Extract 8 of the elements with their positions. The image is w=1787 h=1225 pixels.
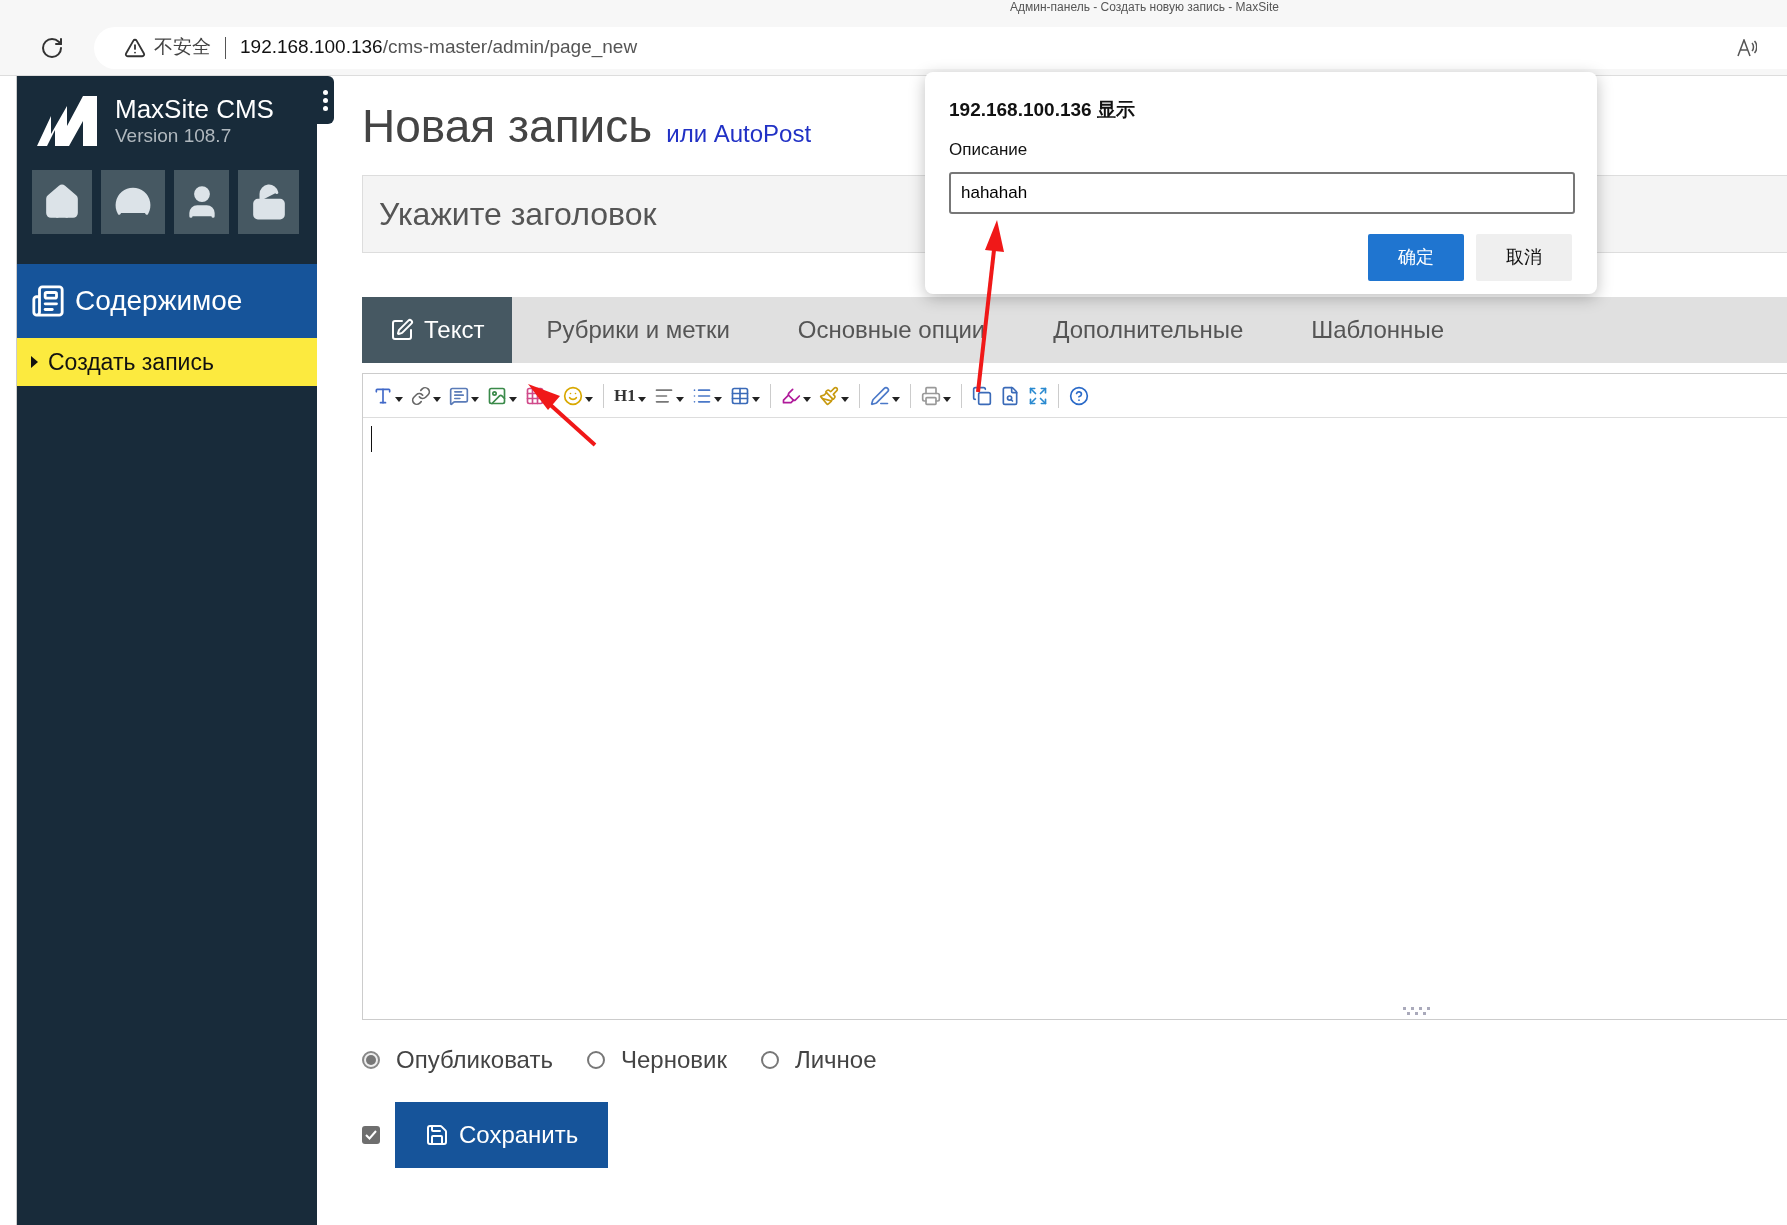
url-text: 192.168.100.136/cms-master/admin/page_new bbox=[240, 35, 638, 60]
field-label: Описание bbox=[949, 138, 1029, 161]
dialog-title: 192.168.100.136 显示 bbox=[949, 98, 1136, 122]
page-heading: Новая запись bbox=[362, 99, 653, 154]
section-header: Содержимое bbox=[17, 264, 317, 338]
security-label: 不安全 bbox=[154, 35, 211, 60]
brand-name: MaxSite CMS bbox=[115, 94, 274, 124]
version-text: Version 108.7 bbox=[115, 124, 233, 148]
